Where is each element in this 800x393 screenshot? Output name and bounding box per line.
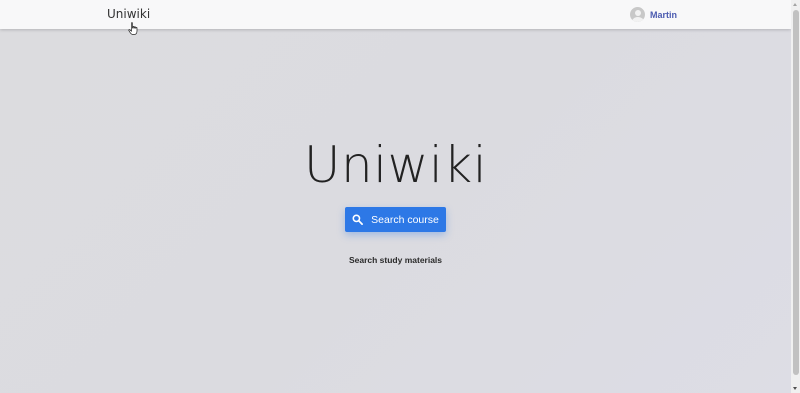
brand-link[interactable]: Uniwiki [107,7,150,21]
user-menu[interactable]: Martin [630,6,677,23]
vertical-scrollbar[interactable] [791,0,800,393]
user-name: Martin [650,9,677,20]
scrollbar-thumb[interactable] [792,10,799,375]
hero-subtitle: Search study materials [348,255,443,265]
hero-title: Uniwiki [303,136,488,194]
user-avatar-icon [630,7,645,22]
search-course-button[interactable]: Search course [345,207,446,232]
page: Uniwiki Martin Uniwiki Search course Sea… [0,0,800,393]
top-navbar: Uniwiki Martin [0,0,791,35]
search-icon [352,214,364,225]
hand-cursor-icon [128,22,138,35]
search-course-label: Search course [371,213,439,226]
scroll-up-icon[interactable] [793,3,797,6]
scroll-down-icon[interactable] [793,387,797,390]
